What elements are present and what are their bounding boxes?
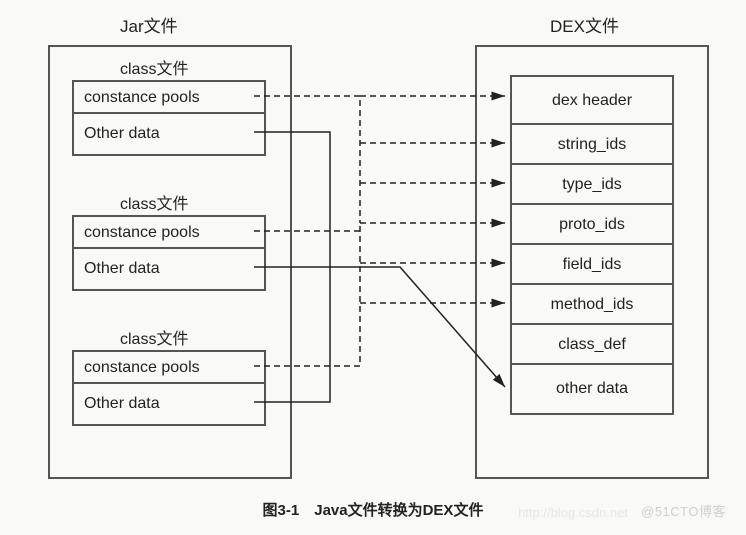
other-data-1: Other data xyxy=(72,112,266,156)
dex-header: dex header xyxy=(510,75,674,127)
constance-pools-1: constance pools xyxy=(72,80,266,116)
constance-pools-2: constance pools xyxy=(72,215,266,251)
type-ids: type_ids xyxy=(510,163,674,207)
class-label-1: class文件 xyxy=(120,55,188,79)
other-data-3: Other data xyxy=(72,382,266,426)
field-ids: field_ids xyxy=(510,243,674,287)
dex-other-data: other data xyxy=(510,363,674,415)
proto-ids: proto_ids xyxy=(510,203,674,247)
class-label-3: class文件 xyxy=(120,325,188,349)
other-data-2: Other data xyxy=(72,247,266,291)
class-label-2: class文件 xyxy=(120,190,188,214)
jar-title: Jar文件 xyxy=(120,12,178,37)
watermark-site: @51CTO博客 xyxy=(641,501,726,520)
dex-title: DEX文件 xyxy=(550,12,619,37)
constance-pools-3: constance pools xyxy=(72,350,266,386)
class-def: class_def xyxy=(510,323,674,367)
method-ids: method_ids xyxy=(510,283,674,327)
string-ids: string_ids xyxy=(510,123,674,167)
